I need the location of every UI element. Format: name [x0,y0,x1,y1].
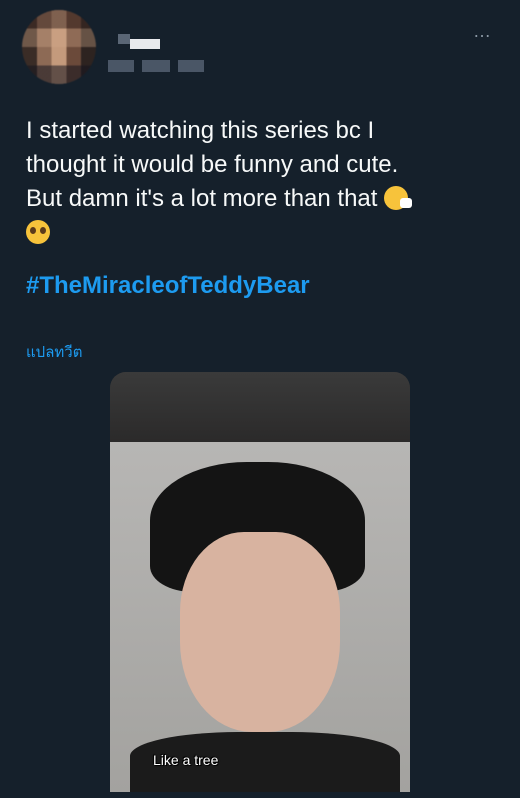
avatar[interactable] [22,10,96,84]
tweet-text-line2: thought it would be funny and cute. [26,151,399,178]
translate-tweet-link[interactable]: แปลทวีต [26,340,82,364]
more-options-icon[interactable]: … [473,22,492,40]
sneezing-face-icon [384,186,413,210]
tweet-media-image[interactable]: Like a tree [110,372,410,792]
tweet-text-line3: But damn it's a lot more than that [26,185,378,212]
tweet-text: I started watching this series bc I thou… [26,114,496,250]
pleading-face-icon [26,220,50,244]
media-top-band [110,372,410,442]
media-subtitle: Like a tree [153,752,219,768]
media-face [180,532,340,732]
tweet-text-line1: I started watching this series bc I [26,117,375,144]
hashtag-link[interactable]: #TheMiracleofTeddyBear [26,272,310,300]
